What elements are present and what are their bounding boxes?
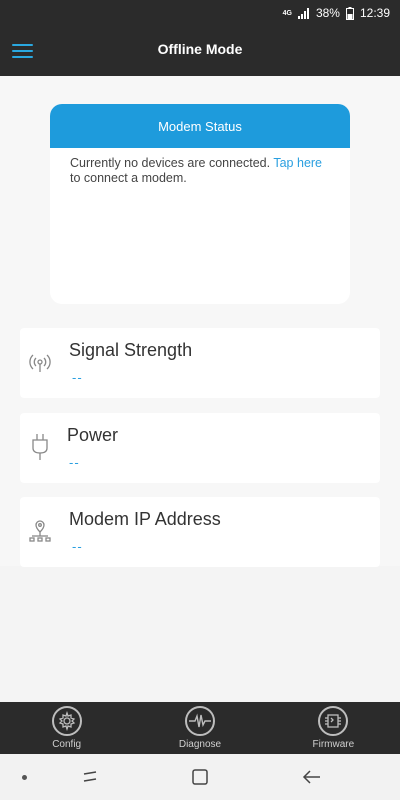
network-icon — [28, 517, 52, 545]
modem-status-message: Currently no devices are connected. Tap … — [50, 148, 350, 186]
tab-diagnose-label: Diagnose — [178, 739, 222, 750]
gear-icon — [51, 706, 82, 736]
signal-icon — [28, 348, 52, 376]
system-status-bar: 4G 38% 12:39 — [0, 0, 400, 26]
power-row: Power -- — [20, 413, 380, 483]
modem-ip-value: -- — [72, 539, 83, 554]
tab-firmware-label: Firmware — [312, 739, 355, 750]
main-content: Modem Status Currently no devices are co… — [0, 76, 400, 567]
system-nav-bar — [0, 754, 400, 800]
modem-status-message-suffix: to connect a modem. — [70, 171, 187, 185]
clock: 12:39 — [359, 6, 390, 20]
battery-icon — [345, 6, 354, 20]
battery-percent: 38% — [315, 6, 340, 20]
network-type-indicator: 4G — [283, 10, 292, 17]
back-icon[interactable] — [300, 766, 324, 788]
tab-firmware[interactable]: Firmware — [267, 702, 400, 754]
modem-ip-label: Modem IP Address — [69, 509, 221, 529]
power-plug-icon — [28, 433, 52, 461]
modem-status-card: Modem Status Currently no devices are co… — [50, 104, 350, 304]
network-type-label: 4G — [282, 9, 292, 17]
chip-icon — [318, 706, 349, 736]
bottom-tab-bar: Config Diagnose Firmware — [0, 702, 400, 754]
modem-ip-row: Modem IP Address -- — [20, 497, 380, 567]
signal-strength-row: Signal Strength -- — [20, 328, 380, 398]
signal-strength-label: Signal Strength — [69, 340, 193, 360]
nav-dot-indicator — [22, 775, 27, 780]
recent-apps-icon[interactable] — [78, 766, 102, 788]
power-label: Power — [67, 425, 119, 445]
page-title: Offline Mode — [157, 41, 243, 57]
home-icon[interactable] — [188, 766, 212, 788]
modem-status-title: Modem Status — [50, 104, 350, 148]
tab-diagnose[interactable]: Diagnose — [133, 702, 266, 754]
connect-modem-link[interactable]: Tap here — [273, 156, 322, 170]
signal-bars-icon — [297, 7, 310, 19]
signal-strength-value: -- — [72, 370, 83, 385]
app-header: Offline Mode — [0, 26, 400, 76]
tab-config[interactable]: Config — [0, 702, 133, 754]
modem-status-message-prefix: Currently no devices are connected. — [70, 156, 274, 170]
tab-config-label: Config — [52, 739, 82, 750]
power-value: -- — [69, 455, 80, 470]
waveform-icon — [184, 706, 215, 736]
